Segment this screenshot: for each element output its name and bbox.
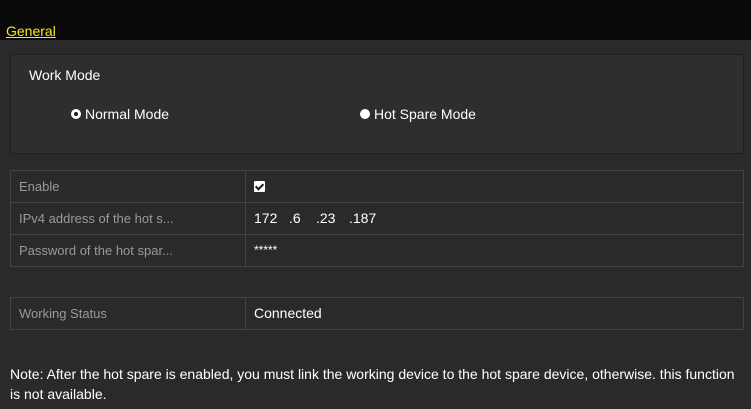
enable-checkbox[interactable] [254,180,265,192]
tab-general[interactable]: General [6,22,56,40]
hot-spare-settings-table: Enable IPv4 address of the hot s... 172.… [10,170,744,267]
normal-mode-radio[interactable]: Normal Mode [71,106,169,122]
top-bar: General [0,0,751,40]
status-table: Working Status Connected [10,297,744,330]
radio-unchecked-icon [360,109,370,119]
hot-spare-mode-radio[interactable]: Hot Spare Mode [360,106,476,122]
ipv4-address-field[interactable]: 172.6.23.187 [246,203,743,234]
ipv4-octet-2[interactable]: .6 [289,203,316,234]
note-text: Note: After the hot spare is enabled, yo… [10,366,735,402]
password-field[interactable]: ***** [246,235,743,266]
radio-checked-icon [71,109,81,119]
work-mode-title: Work Mode [29,67,101,83]
hot-spare-mode-label: Hot Spare Mode [374,106,476,122]
password-label: Password of the hot spar... [11,235,246,266]
normal-mode-label: Normal Mode [85,106,170,122]
work-mode-panel: Work Mode Normal Mode Hot Spare Mode [10,54,744,154]
working-status-value: Connected [254,305,322,321]
enable-label: Enable [11,171,246,202]
ipv4-octet-3[interactable]: .23 [316,203,349,234]
ipv4-row: IPv4 address of the hot s... 172.6.23.18… [11,203,743,235]
ipv4-label: IPv4 address of the hot s... [11,203,246,234]
password-row: Password of the hot spar... ***** [11,235,743,266]
working-status-label: Working Status [11,298,246,329]
ipv4-octet-4[interactable]: .187 [349,203,376,234]
enable-row: Enable [11,171,743,203]
working-status-row: Working Status Connected [11,298,743,329]
ipv4-octet-1[interactable]: 172 [254,203,289,234]
